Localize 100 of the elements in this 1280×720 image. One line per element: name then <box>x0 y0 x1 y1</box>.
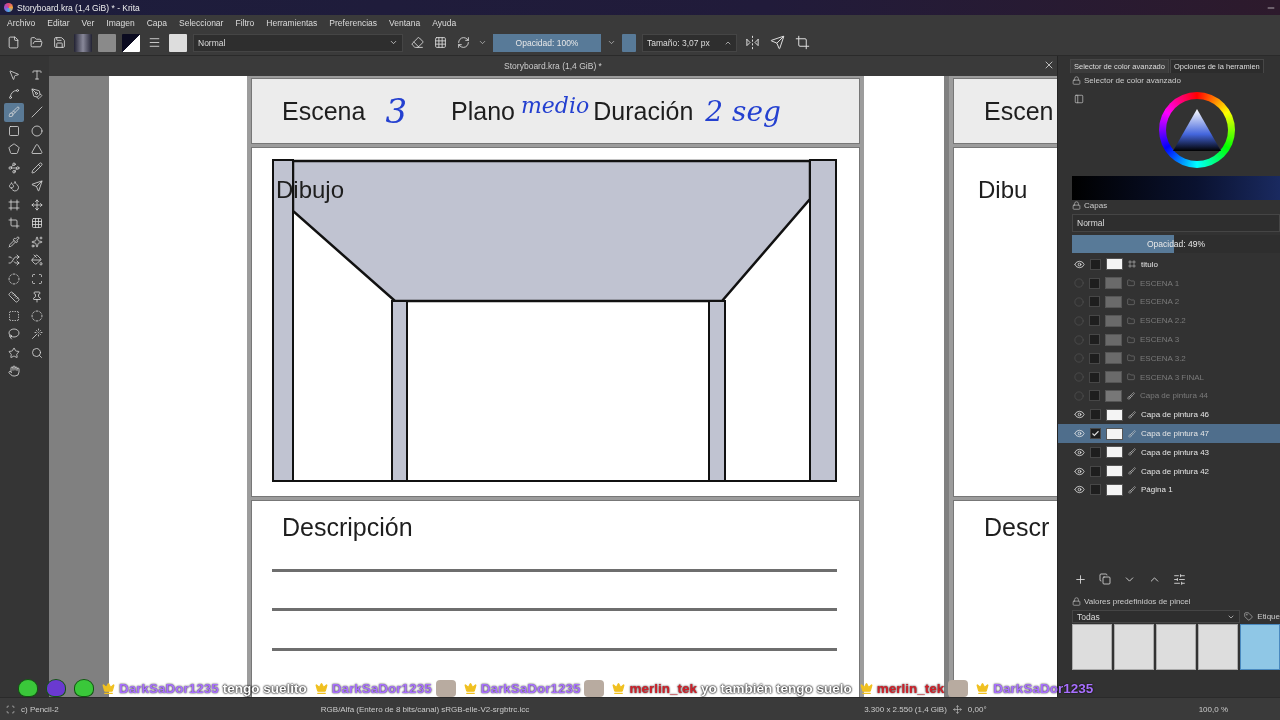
gradient-swatch[interactable] <box>74 33 92 52</box>
layer-checkbox[interactable] <box>1089 334 1100 346</box>
brush-preset-thumbnail[interactable] <box>1114 624 1154 670</box>
document-tab[interactable]: Storyboard.kra (1,4 GiB) * <box>504 61 602 71</box>
layer-checkbox[interactable] <box>1089 371 1100 383</box>
menu-item[interactable]: Preferencias <box>329 17 378 28</box>
handwritten-duration: 2 seg <box>705 94 781 128</box>
tag-label[interactable]: Etique <box>1257 612 1280 621</box>
crop-button[interactable] <box>793 33 812 52</box>
reload-button[interactable] <box>455 34 472 51</box>
layer-name: ESCENA 2 <box>1140 297 1180 307</box>
layer-row[interactable]: Capa de pintura 46 <box>1058 405 1280 425</box>
eraser-button[interactable] <box>409 34 426 51</box>
folder-icon <box>1127 298 1135 306</box>
drawing-label: Dibu <box>978 176 1028 204</box>
wrap-button[interactable] <box>768 33 787 52</box>
duplicate-layer-button[interactable] <box>1097 571 1113 587</box>
crown-icon <box>314 681 328 695</box>
docker-title: Selector de color avanzado <box>1084 76 1181 85</box>
size-field[interactable]: Tamaño: 3,07 px <box>642 33 737 52</box>
brush-preset-thumbnail[interactable] <box>1156 624 1196 670</box>
plus-icon <box>1074 572 1087 586</box>
ellipse-icon <box>31 124 43 137</box>
layer-checkbox[interactable] <box>1090 465 1101 477</box>
chat-username: merlin_tek <box>629 680 698 696</box>
layer-checkbox[interactable] <box>1089 315 1100 327</box>
blend-mode-dropdown[interactable]: Normal <box>193 33 403 52</box>
brush-icon <box>1128 448 1136 457</box>
brush-preset-thumbnail[interactable] <box>1240 624 1280 670</box>
docker-title: Valores predefinidos de pincel <box>1084 597 1191 606</box>
menu-item[interactable]: Editar <box>47 17 70 28</box>
star-icon <box>8 346 20 359</box>
move-icon <box>31 198 43 211</box>
chat-username: DarkSaDor1235 <box>331 680 432 696</box>
duration-label: Duración <box>593 96 694 126</box>
menu-item[interactable]: Capa <box>146 17 167 28</box>
layer-checkbox[interactable] <box>1090 484 1101 496</box>
pin-icon <box>31 291 43 304</box>
layer-checkbox[interactable] <box>1089 390 1100 402</box>
image-size: 3.300 x 2.550 (1,4 GiB) <box>864 704 947 714</box>
layer-checkbox[interactable] <box>1089 277 1100 289</box>
pattern-swatch[interactable] <box>98 33 116 52</box>
layer-checkbox[interactable] <box>1089 296 1100 308</box>
color-shade-strip[interactable] <box>1072 176 1280 200</box>
arrow-icon <box>770 35 785 50</box>
save-button[interactable] <box>51 34 68 51</box>
chat-username: DarkSaDor1235 <box>480 680 581 696</box>
preset-filter-dropdown[interactable]: Todas <box>1072 610 1241 623</box>
scan-icon <box>31 272 43 285</box>
menu-item[interactable]: Ventana <box>389 17 421 28</box>
refresh-icon <box>457 36 470 49</box>
eraser-icon <box>411 36 424 49</box>
chat-message: yo también tengo suelo <box>701 680 852 696</box>
close-button[interactable] <box>1043 59 1055 71</box>
scene-label: Escen <box>984 96 1054 126</box>
opacity-slider[interactable]: Opacidad: 100% <box>493 33 601 52</box>
layer-row[interactable]: titulo <box>1058 255 1280 274</box>
lock-icon <box>1072 76 1081 85</box>
menu-item[interactable]: Herramientas <box>266 17 318 28</box>
menu-item[interactable]: Archivo <box>7 17 36 28</box>
eye-icon <box>1074 465 1085 477</box>
pointer-icon <box>8 69 20 82</box>
menu-item[interactable]: Ayuda <box>432 17 457 28</box>
drops-icon <box>8 180 20 193</box>
color-swatch[interactable] <box>122 33 140 52</box>
alpha-button[interactable] <box>432 34 449 51</box>
folder-icon <box>30 36 43 49</box>
layer-row[interactable]: Página 1 <box>1058 480 1280 500</box>
layer-checkbox[interactable] <box>1090 428 1101 440</box>
folder-icon <box>1127 279 1135 288</box>
layer-row[interactable]: Capa de pintura 42 <box>1058 461 1280 481</box>
menu-item[interactable]: Seleccionar <box>179 17 224 28</box>
layer-checkbox[interactable] <box>1090 446 1101 458</box>
menu-item[interactable]: Imagen <box>106 17 135 28</box>
layer-row[interactable]: Capa de pintura 43 <box>1058 442 1280 462</box>
gradient-icon <box>31 217 43 230</box>
sparkle-icon <box>31 235 43 248</box>
layer-row[interactable]: Capa de pintura 47 <box>1058 424 1280 443</box>
path-icon <box>8 161 20 174</box>
layer-checkbox[interactable] <box>1090 258 1101 270</box>
bucket-icon <box>31 254 43 267</box>
layer-name: Capa de pintura 43 <box>1141 447 1210 457</box>
layer-name: ESCENA 3.2 <box>1140 353 1186 363</box>
panel-icon <box>1074 94 1084 104</box>
brush-icon <box>1127 391 1135 400</box>
layer-blend-dropdown[interactable]: Normal <box>1072 214 1280 232</box>
mirror-button[interactable] <box>743 33 762 52</box>
rectangle-selection-icon <box>8 309 20 322</box>
brush-preset-swatch[interactable] <box>169 33 187 52</box>
arrow-icon <box>31 180 43 193</box>
brush-preset-thumbnail[interactable] <box>1072 624 1112 670</box>
brush-preset-thumbnail[interactable] <box>1198 624 1238 670</box>
menu-item[interactable]: Ver <box>81 17 95 28</box>
rotation: 0,00° <box>967 704 987 714</box>
ellipse-selection-icon <box>31 309 43 322</box>
layer-checkbox[interactable] <box>1090 409 1101 421</box>
layer-checkbox[interactable] <box>1089 352 1100 364</box>
sliders-icon <box>1173 572 1186 586</box>
menu-item[interactable]: Filtro <box>235 17 255 28</box>
vector-icon <box>1128 260 1136 269</box>
